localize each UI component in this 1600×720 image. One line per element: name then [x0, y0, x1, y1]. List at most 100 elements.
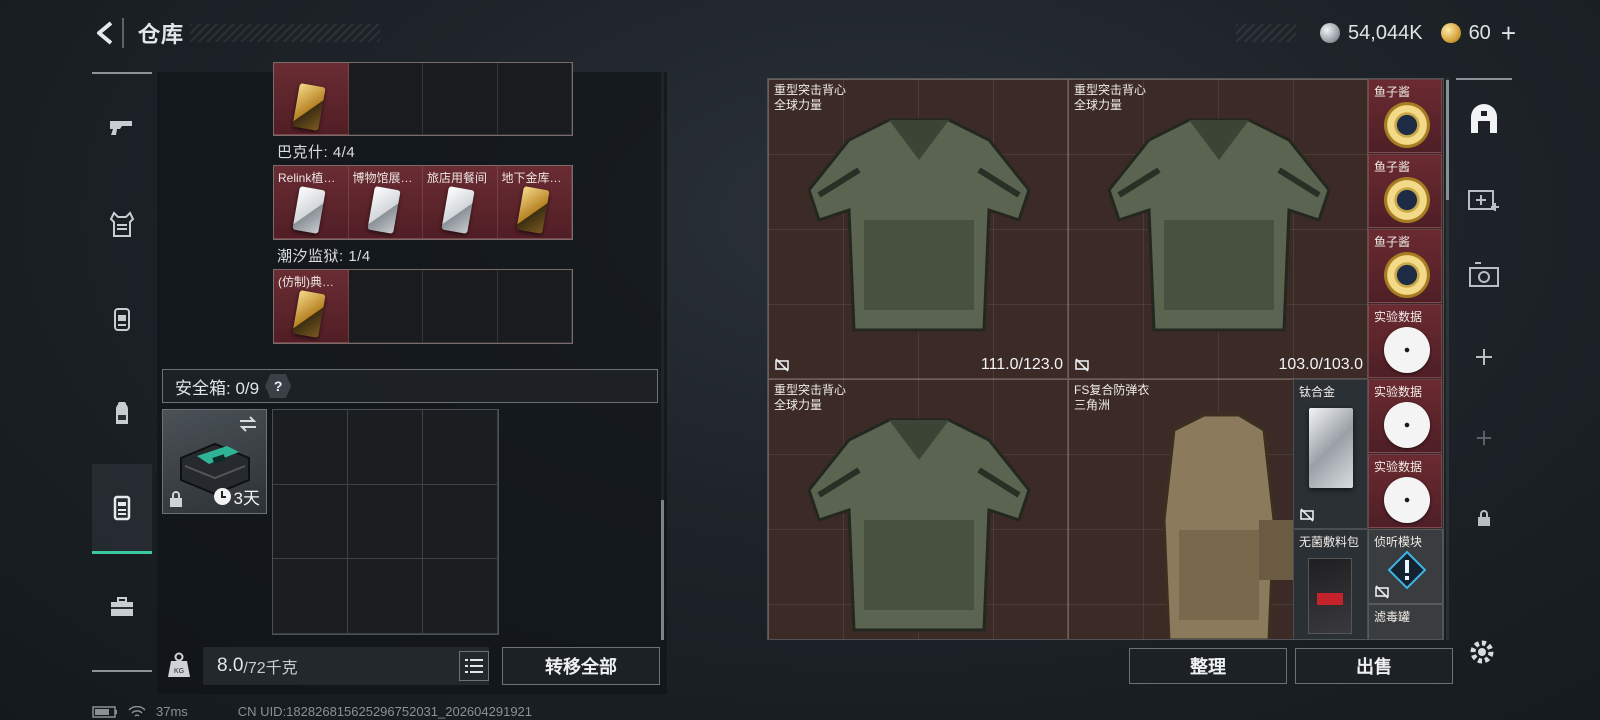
- safebox-slot[interactable]: [348, 410, 423, 485]
- empty-keycard-slot[interactable]: [497, 63, 572, 135]
- swap-icon[interactable]: [238, 416, 258, 432]
- empty-keycard-slot[interactable]: [423, 270, 498, 343]
- safebox-item[interactable]: 3天: [162, 409, 267, 514]
- empty-keycard-slot[interactable]: [348, 63, 423, 135]
- svg-text:KG: KG: [174, 668, 184, 675]
- backpack-tab[interactable]: [92, 369, 152, 459]
- silver-amount: 54,044K: [1348, 21, 1423, 44]
- durability-label: 103.0/103.0: [1278, 356, 1363, 373]
- safebox-slot[interactable]: [348, 484, 423, 560]
- titanium-ingot-icon: [1309, 408, 1353, 488]
- data-disc-icon: [1384, 477, 1430, 523]
- item-name: FS复合防弹衣: [1074, 383, 1150, 397]
- item-name: 重型突击背心: [774, 383, 847, 397]
- keycard-icon: [292, 83, 326, 131]
- item-name: 无菌敷料包: [1299, 535, 1360, 549]
- keycard-slot[interactable]: 地下金库…: [497, 166, 572, 239]
- add-currency-button[interactable]: +: [1501, 20, 1516, 46]
- gold-amount: 60: [1468, 21, 1491, 44]
- vest-icon: [109, 211, 135, 237]
- transfer-all-button[interactable]: 转移全部: [502, 647, 660, 685]
- armor-item[interactable]: 重型突击背心 全球力量: [768, 379, 1068, 639]
- sterile-kit-icon: [1308, 558, 1352, 634]
- add-medkit-tab[interactable]: [1456, 158, 1512, 238]
- lock-icon: [1478, 510, 1490, 526]
- camera-icon: [1469, 262, 1499, 287]
- experiment-data-item[interactable]: 实验数据: [1368, 379, 1442, 453]
- experiment-data-item[interactable]: 实验数据: [1368, 454, 1442, 528]
- sterile-kit-item[interactable]: 无菌敷料包: [1293, 529, 1368, 639]
- data-disc-icon: [1384, 327, 1430, 373]
- silver-coin-icon: [1320, 23, 1341, 43]
- add-slot-tab[interactable]: [1456, 317, 1512, 397]
- item-name: 滤毒罐: [1374, 610, 1411, 624]
- no-trade-icon: [775, 358, 789, 372]
- settings-button[interactable]: [1466, 636, 1498, 668]
- safebox-label: 安全箱: 0/9: [175, 378, 260, 398]
- gear-icon: [1470, 640, 1494, 664]
- section-prison-label: 潮汐监狱: 1/4: [277, 248, 371, 265]
- keycard-icon: [292, 290, 326, 338]
- add-slot-dim-tab[interactable]: [1456, 398, 1512, 478]
- weapons-tab[interactable]: [92, 82, 152, 172]
- item-name: 实验数据: [1374, 460, 1423, 474]
- back-button[interactable]: [92, 18, 120, 48]
- experiment-data-item[interactable]: 实验数据: [1368, 304, 1442, 378]
- list-view-button[interactable]: [459, 651, 489, 681]
- filter-canister-item[interactable]: 滤毒罐: [1368, 604, 1443, 639]
- safebox-slot[interactable]: [273, 484, 348, 560]
- safebox-slot[interactable]: [348, 559, 423, 634]
- left-scrollbar-thumb[interactable]: [661, 500, 664, 640]
- keycard-slot[interactable]: (仿制)典…: [274, 270, 349, 343]
- empty-keycard-slot[interactable]: [423, 63, 498, 135]
- locked-slot-tab[interactable]: [1456, 478, 1512, 558]
- caviar-item[interactable]: 鱼子酱: [1368, 79, 1442, 153]
- keycard-name: (仿制)典…: [278, 275, 334, 289]
- medkit-add-icon: [1468, 190, 1499, 211]
- caviar-item[interactable]: 鱼子酱: [1368, 154, 1442, 228]
- armor-item[interactable]: 重型突击背心 全球力量 111.0/123.0: [768, 79, 1068, 379]
- safebox-slot[interactable]: [423, 484, 498, 560]
- section-bakshi-label: 巴克什: 4/4: [277, 144, 356, 161]
- safebox-header: 安全箱: 0/9 ?: [162, 369, 658, 403]
- keycard-name: Relink植…: [278, 171, 336, 185]
- camera-tab[interactable]: [1456, 235, 1512, 315]
- safebox-timer: 3天: [213, 484, 260, 509]
- keycard-slot[interactable]: Relink植…: [274, 166, 349, 239]
- safebox-slot[interactable]: [273, 410, 348, 485]
- stash-home-tab[interactable]: [1456, 80, 1512, 160]
- sell-button[interactable]: 出售: [1295, 648, 1453, 684]
- wifi-icon: [128, 705, 146, 717]
- armor-tab[interactable]: [92, 179, 152, 269]
- help-icon[interactable]: ?: [265, 374, 292, 398]
- chest-rig-tab[interactable]: [92, 274, 152, 364]
- keycard-slot[interactable]: [274, 63, 349, 135]
- right-scrollbar-thumb[interactable]: [1446, 80, 1449, 200]
- armor-item[interactable]: 重型突击背心 全球力量 103.0/103.0: [1068, 79, 1368, 379]
- empty-keycard-slot[interactable]: [497, 270, 572, 343]
- listener-module-icon: [1387, 550, 1427, 590]
- listener-module-item[interactable]: 侦听模块: [1368, 529, 1443, 604]
- safebox-slot[interactable]: [423, 559, 498, 634]
- clock-icon: [213, 488, 231, 505]
- titanium-item[interactable]: 钛合金: [1293, 379, 1368, 529]
- keycard-slot[interactable]: 博物馆展…: [348, 166, 423, 239]
- pistol-icon: [110, 121, 132, 135]
- durability-label: 111.0/123.0: [980, 356, 1063, 373]
- caviar-item[interactable]: 鱼子酱: [1368, 229, 1442, 303]
- safebox-slot[interactable]: [273, 559, 348, 634]
- safebox-slot[interactable]: [423, 410, 498, 485]
- lock-icon: [170, 491, 182, 507]
- item-origin: 全球力量: [774, 398, 823, 412]
- list-icon: [465, 659, 483, 673]
- page-title: 仓库: [122, 18, 184, 48]
- keycard-tab[interactable]: [92, 464, 152, 554]
- sort-button[interactable]: 整理: [1129, 648, 1287, 684]
- toolbox-icon: [111, 597, 133, 616]
- keycard-slot[interactable]: 旅店用餐间: [423, 166, 498, 239]
- keycard-icon: [441, 186, 475, 234]
- no-trade-icon: [1075, 358, 1089, 372]
- item-name: 实验数据: [1374, 385, 1423, 399]
- empty-keycard-slot[interactable]: [348, 270, 423, 343]
- toolbox-tab[interactable]: [92, 562, 152, 652]
